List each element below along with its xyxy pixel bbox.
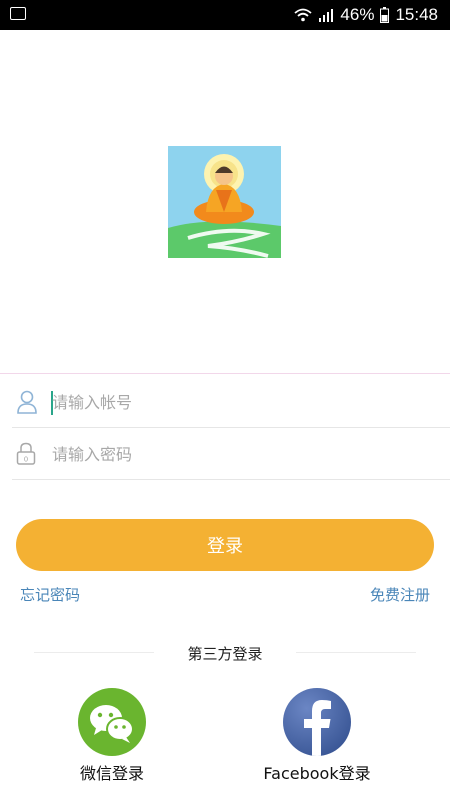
facebook-icon	[283, 688, 351, 756]
divider	[0, 373, 450, 374]
account-row	[0, 376, 450, 428]
status-bar-right: 46% 15:48	[294, 5, 438, 25]
register-link[interactable]: 免费注册	[370, 584, 430, 605]
facebook-login-label: Facebook登录	[263, 764, 371, 783]
wechat-icon	[78, 688, 146, 756]
account-input[interactable]	[52, 386, 422, 418]
divider	[296, 652, 416, 653]
signal-icon	[319, 9, 334, 22]
clock: 15:48	[395, 5, 438, 24]
svg-text:0: 0	[24, 456, 28, 464]
third-party-title: 第三方登录	[187, 645, 263, 663]
wechat-login-button[interactable]: 微信登录	[52, 688, 172, 784]
facebook-login-button[interactable]: Facebook登录	[257, 688, 377, 784]
divider	[12, 479, 450, 480]
lock-icon: 0	[16, 442, 36, 465]
wifi-icon	[294, 8, 313, 22]
status-bar: 46% 15:48	[0, 0, 450, 30]
battery-percent: 46%	[340, 5, 375, 24]
login-button[interactable]: 登录	[16, 519, 434, 571]
app-logo	[168, 146, 281, 258]
gallery-notification-icon	[10, 7, 26, 20]
password-input[interactable]	[52, 438, 422, 470]
password-row: 0	[0, 428, 450, 480]
user-icon	[17, 390, 37, 414]
battery-icon	[380, 7, 390, 23]
forgot-password-link[interactable]: 忘记密码	[20, 584, 80, 605]
wechat-login-label: 微信登录	[79, 764, 144, 783]
